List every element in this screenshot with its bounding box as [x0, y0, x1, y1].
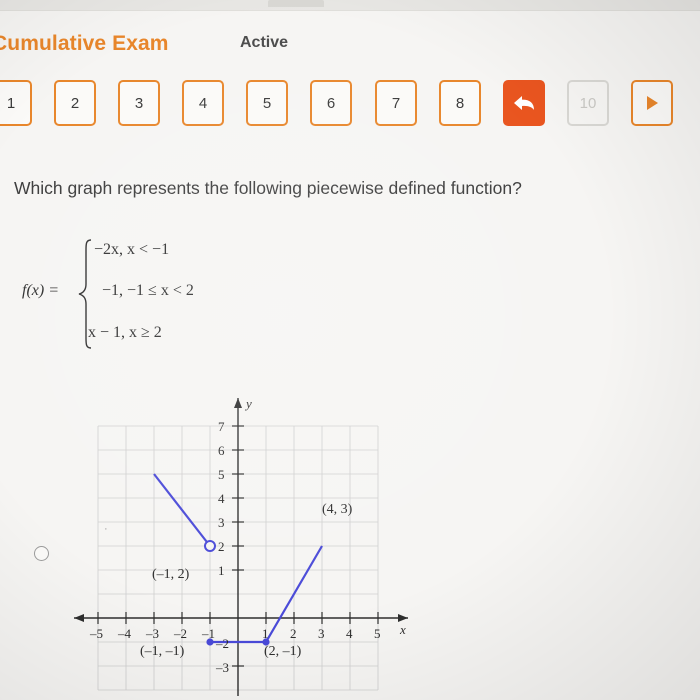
open-endpoint-marker: [204, 540, 216, 552]
pager-button-2[interactable]: 2: [54, 80, 96, 126]
x-tick-neg5: –5: [90, 626, 103, 641]
x-tick-4: 4: [346, 626, 353, 641]
pager-button-4[interactable]: 4: [182, 80, 224, 126]
question-prompt: Which graph represents the following pie…: [14, 178, 522, 198]
annotation-2-neg1: (2, –1): [264, 644, 302, 659]
exam-header: Cumulative Exam Active: [0, 12, 700, 56]
play-arrow-icon: [645, 95, 659, 111]
y-tick-5: 5: [218, 467, 225, 482]
pager-back-button[interactable]: [503, 80, 545, 126]
smudge-mark: ·: [104, 523, 108, 535]
browser-tab[interactable]: [268, 0, 324, 7]
annotation-4-3: (4, 3): [322, 502, 353, 517]
pager-button-3[interactable]: 3: [118, 80, 160, 126]
x-tick-5: 5: [374, 626, 381, 641]
y-tick-6: 6: [218, 443, 225, 458]
y-axis-label: y: [246, 396, 252, 411]
x-tick-1: 1: [262, 626, 269, 641]
question-pager: 1 2 3 4 5 6 7 8 10: [0, 80, 700, 132]
piecewise-function: f(x) = −2x, x < −1 −1, −1 ≤ x < 2 x − 1,…: [22, 236, 322, 352]
annotation-neg1-2: (–1, 2): [152, 567, 190, 582]
x-axis-label: x: [400, 622, 406, 637]
page-title: Cumulative Exam: [0, 32, 169, 55]
y-tick-7: 7: [218, 419, 225, 434]
pager-button-6[interactable]: 6: [310, 80, 352, 126]
y-tick-neg3: –3: [216, 660, 229, 675]
axes: [74, 398, 408, 696]
x-tick-neg2: –2: [174, 626, 187, 641]
axis-arrowheads: [74, 398, 408, 622]
x-tick-3: 3: [318, 626, 325, 641]
function-piece-2: −1, −1 ≤ x < 2: [102, 282, 194, 299]
x-tick-neg4: –4: [118, 626, 131, 641]
y-tick-2: 2: [218, 539, 225, 554]
x-tick-neg1: –1: [202, 626, 215, 641]
status-badge: Active: [240, 34, 289, 51]
y-tick-1: 1: [218, 563, 225, 578]
back-arrow-icon: [511, 93, 537, 113]
x-tick-neg3: –3: [146, 626, 159, 641]
function-piece-3: x − 1, x ≥ 2: [88, 324, 162, 341]
answer-graph: y x 7 6 5 4 3 2 1 –2 –3 –5 –4 –3 –2 –1 1…: [60, 390, 480, 700]
pager-button-7[interactable]: 7: [375, 80, 417, 126]
pager-button-1[interactable]: 1: [0, 80, 32, 126]
function-piece-1: −2x, x < −1: [94, 241, 170, 258]
pager-button-10: 10: [567, 80, 609, 126]
pager-button-8[interactable]: 8: [439, 80, 481, 126]
x-tick-2: 2: [290, 626, 297, 641]
y-tick-neg2: –2: [216, 636, 229, 651]
answer-option-radio[interactable]: [34, 546, 49, 561]
exam-page: Cumulative Exam Active 1 2 3 4 5 6 7 8 1…: [0, 0, 700, 700]
function-label: f(x) =: [22, 282, 59, 299]
pager-button-5[interactable]: 5: [246, 80, 288, 126]
pager-next-button[interactable]: [631, 80, 673, 126]
browser-top-strip: [0, 0, 700, 11]
annotation-neg1-neg1: (–1, –1): [140, 644, 185, 659]
y-tick-3: 3: [218, 515, 225, 530]
y-tick-4: 4: [218, 491, 225, 506]
